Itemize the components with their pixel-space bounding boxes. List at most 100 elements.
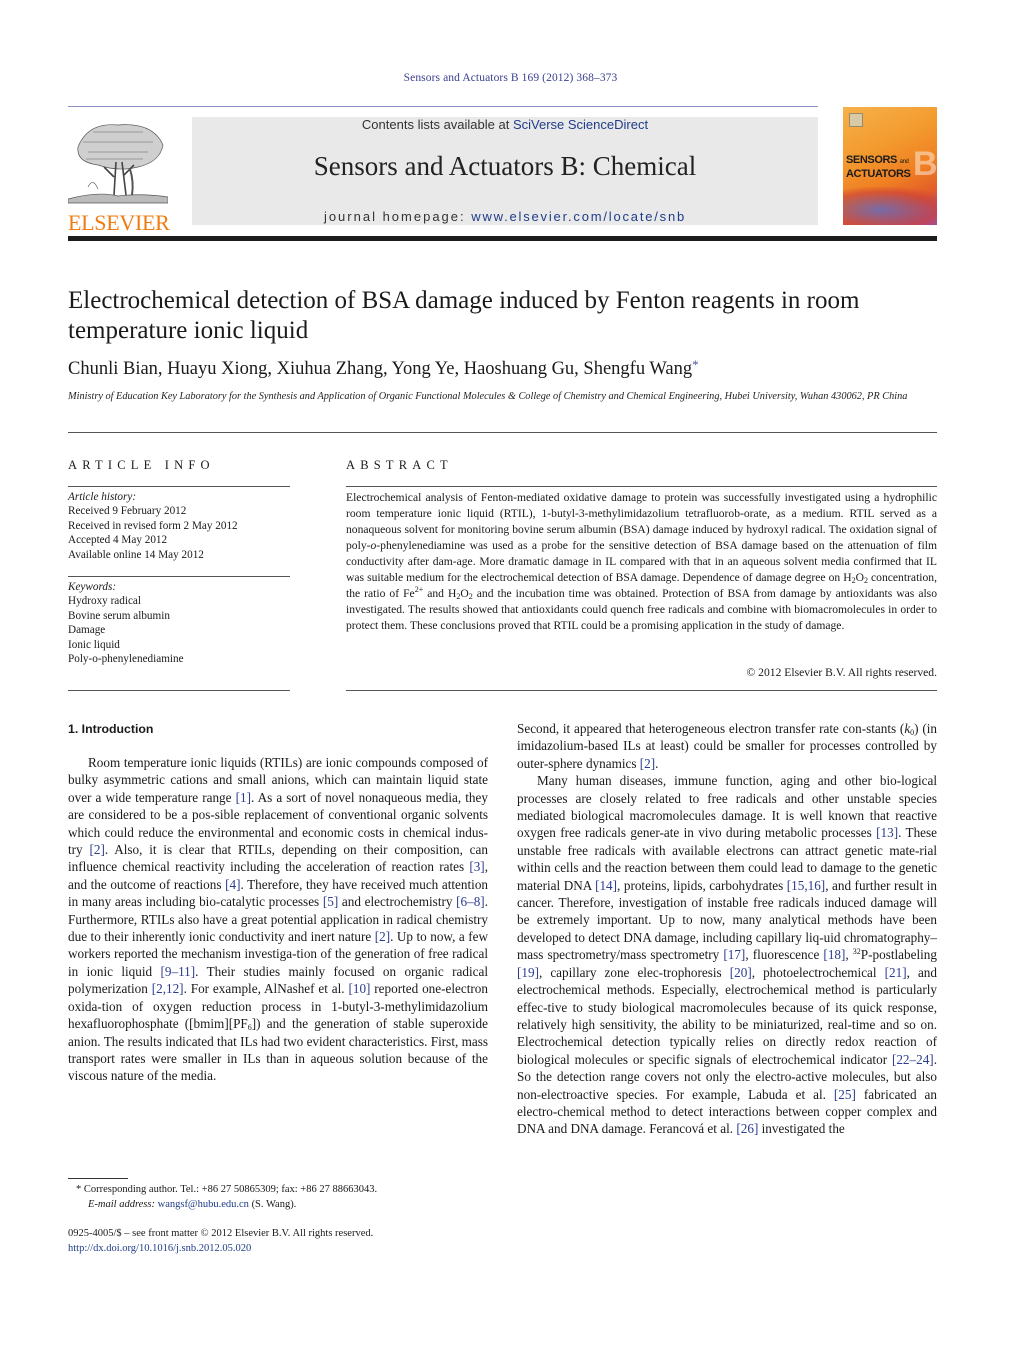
body-text: investigated the	[758, 1121, 845, 1137]
formula: H	[843, 571, 852, 584]
history-label: Article history:	[68, 491, 137, 503]
body-column-right: Second, it appeared that heterogeneous e…	[517, 720, 937, 1138]
paragraph: Room temperature ionic liquids (RTILs) a…	[68, 754, 488, 1085]
journal-title: Sensors and Actuators B: Chemical	[313, 151, 697, 181]
footnote-text: Corresponding author. Tel.: +86 27 50865…	[81, 1184, 378, 1195]
title-divider	[68, 432, 937, 433]
body-text: , proteins, lipids, carbohydrates	[617, 877, 787, 893]
abstract-rule	[346, 486, 937, 487]
body-text: , capillary zone elec-trophoresis	[538, 964, 730, 980]
citation-link[interactable]: [3]	[469, 859, 484, 874]
citation-link[interactable]: [14]	[595, 878, 617, 893]
citation-link[interactable]: [15,16]	[787, 878, 825, 893]
article-info-rule	[68, 486, 290, 487]
formula: 2+	[414, 585, 424, 594]
email-suffix: (S. Wang).	[248, 1199, 297, 1210]
article-info-heading: ARTICLE INFO	[68, 458, 215, 472]
citation-link[interactable]: [1]	[236, 790, 251, 805]
article-title: Electrochemical detection of BSA damage …	[68, 287, 860, 344]
citation-link[interactable]: [9–11]	[161, 964, 196, 979]
journal-homepage-link[interactable]: www.elsevier.com/locate/snb	[471, 209, 686, 224]
cover-title-line2: ACTUATORS	[846, 168, 911, 180]
masthead-divider	[68, 236, 937, 241]
contents-prefix: Contents lists available at	[361, 117, 513, 132]
issn-line: 0925-4005/$ – see front matter © 2012 El…	[68, 1228, 374, 1239]
history-received: Received 9 February 2012	[68, 505, 187, 518]
citation-link[interactable]: [18]	[823, 947, 845, 962]
citation-link[interactable]: [22–24]	[892, 1052, 934, 1067]
keyword: Damage	[68, 624, 106, 637]
citation-link[interactable]: [26]	[736, 1121, 758, 1136]
body-text: , photoelectrochemical	[751, 964, 885, 980]
article-info-bottom-rule	[68, 690, 290, 691]
author-list: Chunli Bian, Huayu Xiong, Xiuhua Zhang, …	[68, 357, 948, 380]
abstract-text: and	[423, 587, 448, 600]
body-text: , fluorescence	[745, 947, 824, 963]
cover-publisher-badge-icon	[849, 113, 863, 127]
citation-link[interactable]: [20]	[730, 965, 752, 980]
author-email-link[interactable]: wangsf@hubu.edu.cn	[158, 1199, 249, 1210]
homepage-line: journal homepage: www.elsevier.com/locat…	[192, 209, 818, 224]
keyword: Poly-o-phenylenediamine	[68, 653, 184, 666]
abstract-copyright: © 2012 Elsevier B.V. All rights reserved…	[746, 666, 937, 679]
citation-link[interactable]: [21]	[885, 965, 907, 980]
cover-title: SENSORS and ACTUATORS	[846, 154, 911, 180]
cover-letter: B	[913, 145, 937, 183]
keywords-rule	[68, 576, 290, 577]
publisher-wordmark: ELSEVIER	[68, 210, 170, 235]
email-footnote: E-mail address: wangsf@hubu.edu.cn (S. W…	[76, 1197, 496, 1212]
citation-link[interactable]: [6–8]	[456, 894, 485, 909]
keyword: Hydroxy radical	[68, 595, 142, 608]
paragraph: Many human diseases, immune function, ag…	[517, 772, 937, 1138]
body-text: and electrochemistry	[338, 894, 457, 910]
citation-link[interactable]: [2,12]	[152, 981, 184, 996]
article-history: Article history: Received 9 February 201…	[68, 490, 290, 562]
keywords: Keywords: Hydroxy radical Bovine serum a…	[68, 580, 290, 666]
history-online: Available online 14 May 2012	[68, 548, 204, 561]
elsevier-tree-icon	[67, 124, 169, 204]
corresponding-author-footnote: * Corresponding author. Tel.: +86 27 508…	[76, 1182, 496, 1197]
body-text: ,	[845, 947, 853, 963]
citation-link[interactable]: [17]	[723, 947, 745, 962]
history-revised: Received in revised form 2 May 2012	[68, 519, 238, 532]
history-accepted: Accepted 4 May 2012	[68, 534, 168, 547]
citation-link[interactable]: [13]	[876, 825, 898, 840]
body-text: . Also, it is clear that RTILs, dependin…	[68, 842, 488, 875]
citation-link[interactable]: [10]	[348, 981, 370, 996]
keyword: Bovine serum albumin	[68, 609, 170, 622]
doi-link[interactable]: http://dx.doi.org/10.1016/j.snb.2012.05.…	[68, 1243, 251, 1254]
formula: O	[460, 587, 469, 600]
citation-link[interactable]: [2]	[375, 929, 390, 944]
paragraph: Second, it appeared that heterogeneous e…	[517, 720, 937, 772]
body-text: .	[655, 755, 659, 771]
footnotes: * Corresponding author. Tel.: +86 27 508…	[76, 1182, 496, 1212]
keywords-label: Keywords:	[68, 581, 117, 593]
citation-link[interactable]: [2]	[89, 842, 104, 857]
corresponding-author-mark[interactable]: *	[692, 357, 699, 372]
affiliation: Ministry of Education Key Laboratory for…	[68, 391, 908, 402]
authors: Chunli Bian, Huayu Xiong, Xiuhua Zhang, …	[68, 359, 693, 379]
publisher-logo[interactable]: ELSEVIER	[67, 117, 170, 234]
footnote-rule	[68, 1178, 128, 1179]
abstract-bottom-rule	[346, 690, 937, 691]
superscript: 32	[852, 947, 861, 957]
journal-cover-image[interactable]: B SENSORS and ACTUATORS	[843, 107, 937, 225]
citation-link[interactable]: [19]	[517, 965, 539, 980]
top-rule	[68, 106, 818, 107]
contents-line: Contents lists available at SciVerse Sci…	[192, 117, 818, 132]
citation-link[interactable]: [4]	[225, 877, 240, 892]
body-text: P-postlabeling	[860, 947, 937, 963]
email-label: E-mail address:	[88, 1199, 155, 1210]
sciencedirect-link[interactable]: SciVerse ScienceDirect	[513, 117, 648, 132]
body-text: Many human diseases, immune function, ag…	[517, 773, 937, 841]
formula: O	[855, 571, 864, 584]
citation-link[interactable]: [2]	[640, 756, 655, 771]
section-heading-introduction: 1. Introduction	[68, 722, 154, 736]
citation-link[interactable]: [5]	[323, 894, 338, 909]
homepage-prefix: journal homepage:	[323, 209, 472, 224]
cover-title-and: and	[899, 159, 909, 165]
abstract-body: Electrochemical analysis of Fenton-media…	[346, 490, 937, 634]
abstract-heading: ABSTRACT	[346, 458, 453, 472]
body-column-left: Room temperature ionic liquids (RTILs) a…	[68, 754, 488, 1085]
citation-link[interactable]: [25]	[834, 1087, 856, 1102]
